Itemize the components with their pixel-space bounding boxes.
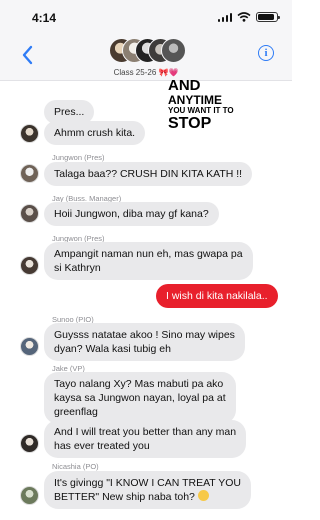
message-text: Ahmm crush kita. — [54, 127, 136, 139]
back-chevron-icon[interactable] — [20, 44, 36, 66]
group-name-text: Class 25-26 — [113, 68, 157, 77]
group-name-emoji: 🎀💗 — [158, 68, 179, 77]
message-text-line: dyan? Wala kasi tubig eh — [54, 343, 171, 355]
grinning-face-emoji-icon — [197, 490, 209, 501]
sender-avatar[interactable] — [20, 164, 39, 183]
message-text-line: Guysss natatae akoo ! Sino may wipes — [54, 329, 235, 341]
message-text-line: BETTER" New ship naba toh? — [54, 491, 198, 503]
sender-avatar[interactable] — [20, 204, 39, 223]
sender-name: Nicashia (PO) — [52, 462, 99, 471]
message-bubble[interactable]: Tayo nalang Xy? Mas mabuti pa ako kaysa … — [44, 372, 236, 424]
sender-avatar[interactable] — [20, 337, 39, 356]
message-text-line: And I will treat you better than any man — [54, 426, 237, 438]
message-text: Hoii Jungwon, diba may gf kana? — [54, 208, 209, 220]
sender-avatar[interactable] — [20, 124, 39, 143]
sender-avatar[interactable] — [20, 256, 39, 275]
message-bubble[interactable]: Guysss natatae akoo ! Sino may wipes dya… — [44, 323, 245, 361]
info-icon: i — [264, 47, 268, 59]
group-name[interactable]: Class 25-26 🎀💗 — [0, 68, 292, 77]
status-bar: 4:14 — [0, 0, 292, 34]
wifi-icon — [237, 12, 251, 22]
sticker-line: STOP — [168, 115, 212, 132]
message-text: I wish di kita nakilala.. — [166, 290, 268, 302]
battery-icon — [256, 12, 280, 22]
group-avatar-stack[interactable] — [109, 38, 189, 64]
message-bubble[interactable]: Ampangit naman nun eh, mas gwapa pa si K… — [44, 242, 253, 280]
message-bubble[interactable]: Hoii Jungwon, diba may gf kana? — [44, 202, 219, 226]
message-text-line: si Kathryn — [54, 262, 101, 274]
text-sticker: AND ANYTIME YOU WANT IT TO STOP — [168, 78, 278, 132]
message-bubble[interactable]: It's givingg "I KNOW I CAN TREAT YOU BET… — [44, 471, 252, 509]
sender-avatar[interactable] — [20, 434, 39, 453]
message-text-line: It's givingg "I KNOW I CAN TREAT YOU — [54, 477, 242, 489]
conversation-header: Class 25-26 🎀💗 i — [0, 34, 292, 81]
status-time: 4:14 — [32, 11, 57, 25]
message-text-line: Tayo nalang Xy? Mas mabuti pa ako — [54, 378, 224, 390]
message-bubble[interactable]: And I will treat you better than any man… — [44, 420, 247, 458]
message-text-line: has ever treated you — [54, 440, 150, 452]
sticker-line: AND — [168, 77, 201, 94]
sticker-line: ANYTIME — [168, 93, 222, 107]
sender-name: Jungwon (Pres) — [52, 153, 105, 162]
message-text: Pres... — [54, 106, 85, 118]
outgoing-message-bubble[interactable]: I wish di kita nakilala.. — [156, 284, 278, 308]
cellular-signal-icon — [217, 12, 232, 22]
message-bubble[interactable]: Ahmm crush kita. — [44, 121, 146, 145]
message-text-line: greenflag — [54, 406, 98, 418]
group-member-avatar — [161, 38, 186, 63]
sender-avatar[interactable] — [20, 486, 39, 505]
message-text: Talaga baa?? CRUSH DIN KITA KATH !! — [54, 168, 243, 180]
message-text-line: Ampangit naman nun eh, mas gwapa pa — [54, 248, 243, 260]
message-bubble[interactable]: Talaga baa?? CRUSH DIN KITA KATH !! — [44, 162, 253, 186]
sticker-line: YOU WANT IT TO — [168, 106, 234, 115]
info-button[interactable]: i — [258, 45, 274, 61]
message-line-wrap: BETTER" New ship naba toh? — [54, 490, 241, 504]
status-icons — [217, 12, 280, 22]
message-text-line: kaysa sa Jungwon nayan, loyal pa at — [54, 392, 226, 404]
